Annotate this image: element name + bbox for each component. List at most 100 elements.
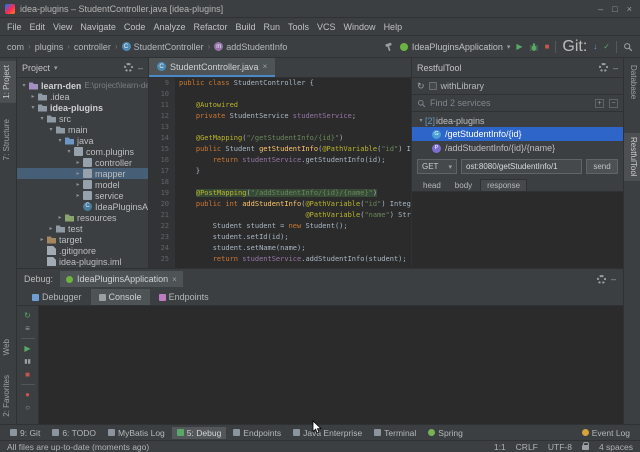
breadcrumb-item-controller[interactable]: controller <box>74 42 111 52</box>
line-number[interactable]: 12 <box>149 111 175 122</box>
file-encoding[interactable]: UTF-8 <box>548 442 572 452</box>
toolwindow-button-9-git[interactable]: 9: Git <box>5 427 45 439</box>
line-number[interactable]: 20 <box>149 199 175 210</box>
code-line[interactable]: 21 @PathVariable("name") String name) { <box>149 210 411 221</box>
code-line[interactable]: 18 <box>149 177 411 188</box>
tree-item-gitignore[interactable]: .gitignore <box>17 245 148 256</box>
caret-position[interactable]: 1:1 <box>494 442 506 452</box>
mute-icon[interactable]: ○ <box>21 402 34 413</box>
code-line[interactable]: 23 student.setId(id); <box>149 232 411 243</box>
title-bar[interactable]: idea-plugins – StudentController.java [i… <box>0 0 640 18</box>
expand-all-icon[interactable]: + <box>595 98 604 108</box>
run-button[interactable]: ▶ <box>516 42 522 51</box>
toolwindow-button-7-structure[interactable]: 7: Structure <box>0 115 16 164</box>
response-area[interactable] <box>412 192 623 268</box>
breadcrumb-item-com[interactable]: com <box>7 42 24 52</box>
code-line[interactable]: 12 private StudentService studentService… <box>149 111 411 122</box>
service-tree-root[interactable]: ▾ [2] idea-plugins <box>412 114 623 127</box>
hide-panel-button[interactable]: – <box>138 63 143 73</box>
menu-item-help[interactable]: Help <box>380 21 407 33</box>
tree-arrow-icon[interactable]: ▸ <box>74 192 82 199</box>
tree-item-learn-demo[interactable]: ▾ learn-demoE:\project\learn-demo <box>17 80 148 91</box>
minimize-button[interactable]: – <box>598 4 603 14</box>
toolwindow-button-2-favorites[interactable]: 2: Favorites <box>0 371 16 421</box>
line-number[interactable]: 17 <box>149 166 175 177</box>
menu-item-build[interactable]: Build <box>231 21 259 33</box>
tree-item-src[interactable]: ▾ src <box>17 113 148 124</box>
send-button[interactable]: send <box>586 159 618 174</box>
code-line[interactable]: 10 <box>149 89 411 100</box>
tree-arrow-icon[interactable]: ▸ <box>74 170 82 177</box>
line-number[interactable]: 14 <box>149 133 175 144</box>
run-config-selector[interactable]: IdeaPluginsApplication ▾ <box>399 42 510 52</box>
refresh-icon[interactable]: ↻ <box>417 81 425 92</box>
debug-tab-debugger[interactable]: Debugger <box>24 289 90 305</box>
code-line[interactable]: 25 return studentService.addStudentInfo(… <box>149 254 411 265</box>
line-number[interactable]: 21 <box>149 210 175 221</box>
tree-arrow-icon[interactable]: ▾ <box>38 115 46 122</box>
build-hammer-icon[interactable] <box>384 42 394 52</box>
tree-item-idea-plugins[interactable]: ▾ idea-plugins <box>17 102 148 113</box>
code-line[interactable]: 17 } <box>149 166 411 177</box>
tree-item-com-plugins[interactable]: ▾ com.plugins <box>17 146 148 157</box>
gear-icon[interactable] <box>598 63 608 72</box>
toolwindow-button-6-todo[interactable]: 6: TODO <box>47 427 101 439</box>
tree-item-controller[interactable]: ▸ controller <box>17 157 148 168</box>
tree-item-target[interactable]: ▸ target <box>17 234 148 245</box>
search-icon[interactable] <box>623 42 633 52</box>
resume-icon[interactable]: ▶ <box>21 343 34 354</box>
with-library-checkbox[interactable] <box>428 82 437 90</box>
status-message[interactable]: All files are up-to-date (moments ago) <box>7 442 149 452</box>
line-number[interactable]: 11 <box>149 100 175 111</box>
line-separator[interactable]: CRLF <box>516 442 538 452</box>
debug-tab-console[interactable]: Console <box>90 289 150 305</box>
rerun-icon[interactable]: ↻ <box>21 310 34 321</box>
menu-item-tools[interactable]: Tools <box>284 21 313 33</box>
code-line[interactable]: 24 student.setName(name); <box>149 243 411 254</box>
code-line[interactable]: 11 @Autowired <box>149 100 411 111</box>
line-number[interactable]: 24 <box>149 243 175 254</box>
tree-item-idea-plugins-iml[interactable]: idea-plugins.iml <box>17 256 148 267</box>
code-line[interactable]: 9 public class StudentController { <box>149 78 411 89</box>
menu-item-navigate[interactable]: Navigate <box>76 21 120 33</box>
line-number[interactable]: 23 <box>149 232 175 243</box>
menu-item-code[interactable]: Code <box>120 21 150 33</box>
debug-session-tab[interactable]: IdeaPluginsApplication × <box>60 271 183 287</box>
toolwindow-button-mybatis-log[interactable]: MyBatis Log <box>103 427 170 439</box>
debug-tab-endpoints[interactable]: Endpoints <box>151 289 217 305</box>
tree-arrow-icon[interactable]: ▾ <box>20 82 28 89</box>
code-line[interactable]: 16 return studentService.getStudentInfo(… <box>149 155 411 166</box>
toolwindow-button-5-debug[interactable]: 5: Debug <box>171 426 227 439</box>
indent-setting[interactable]: 4 spaces <box>599 442 633 452</box>
menu-item-refactor[interactable]: Refactor <box>189 21 231 33</box>
toolwindow-button-1-project[interactable]: 1: Project <box>0 61 16 103</box>
pause-icon[interactable]: ▮▮ <box>21 356 34 367</box>
breadcrumb-item-addstudentinfo[interactable]: m addStudentInfo <box>214 42 287 52</box>
tree-item-resources[interactable]: ▸ resources <box>17 212 148 223</box>
toolwindow-button-endpoints[interactable]: Endpoints <box>228 427 286 439</box>
tree-item-service[interactable]: ▸ service <box>17 190 148 201</box>
toolwindow-button-web[interactable]: Web <box>0 335 16 359</box>
line-number[interactable]: 16 <box>149 155 175 166</box>
menu-item-edit[interactable]: Edit <box>26 21 50 33</box>
line-number[interactable]: 13 <box>149 122 175 133</box>
request-tab-head[interactable]: head <box>417 180 447 191</box>
stop-button[interactable]: ■ <box>545 42 550 51</box>
menu-item-file[interactable]: File <box>3 21 26 33</box>
git-update-icon[interactable]: ↓ <box>593 42 597 51</box>
line-number[interactable]: 22 <box>149 221 175 232</box>
service-search[interactable]: Find 2 services + − <box>412 95 623 112</box>
git-commit-icon[interactable]: ✓ <box>603 42 610 51</box>
tree-item-java[interactable]: ▾ java <box>17 135 148 146</box>
toolwindow-button-spring[interactable]: Spring <box>423 427 468 439</box>
tree-arrow-icon[interactable]: ▾ <box>47 126 55 133</box>
menu-item-analyze[interactable]: Analyze <box>149 21 189 33</box>
tree-arrow-icon[interactable]: ▸ <box>29 93 37 100</box>
menu-item-window[interactable]: Window <box>340 21 380 33</box>
breadcrumb-item-plugins[interactable]: plugins <box>35 42 64 52</box>
gear-icon[interactable] <box>596 274 606 284</box>
line-number[interactable]: 9 <box>149 78 175 89</box>
tree-item-main[interactable]: ▾ main <box>17 124 148 135</box>
tree-arrow-icon[interactable]: ▾ <box>56 137 64 144</box>
stop-icon[interactable]: ■ <box>21 369 34 380</box>
